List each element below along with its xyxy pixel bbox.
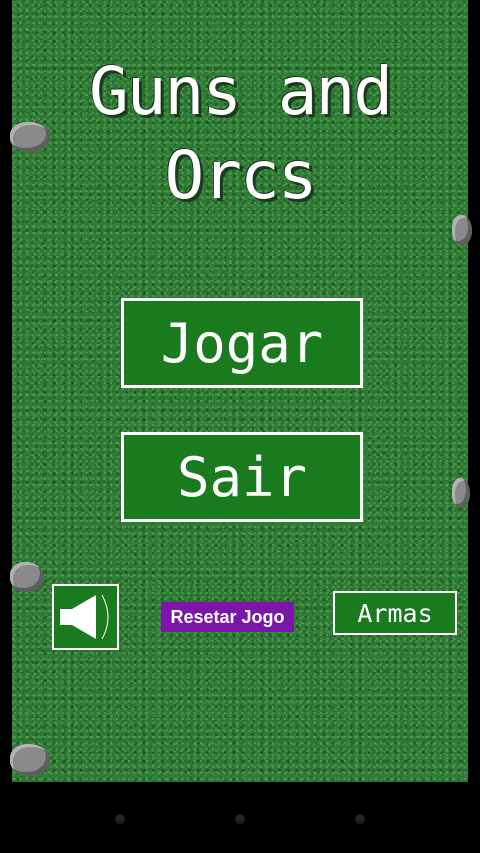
exit-button[interactable]: Sair [121, 432, 363, 522]
sound-toggle-button[interactable] [52, 584, 119, 650]
rock-decoration [10, 562, 44, 592]
game-title-line1: Guns and [89, 53, 393, 130]
back-nav-button[interactable] [115, 814, 125, 824]
rock-decoration [452, 478, 470, 508]
play-button[interactable]: Jogar [121, 298, 363, 388]
home-nav-button[interactable] [235, 814, 245, 824]
game-screen: Guns and Orcs Jogar Sair Resetar Jogo Ar… [0, 0, 480, 782]
rock-decoration [10, 744, 50, 776]
reset-game-button[interactable]: Resetar Jogo [161, 602, 294, 632]
recents-nav-button[interactable] [355, 814, 365, 824]
rock-decoration [452, 215, 472, 245]
speaker-icon [59, 594, 108, 640]
weapons-button[interactable]: Armas [333, 591, 457, 635]
game-title-line2: Orcs [164, 137, 318, 214]
